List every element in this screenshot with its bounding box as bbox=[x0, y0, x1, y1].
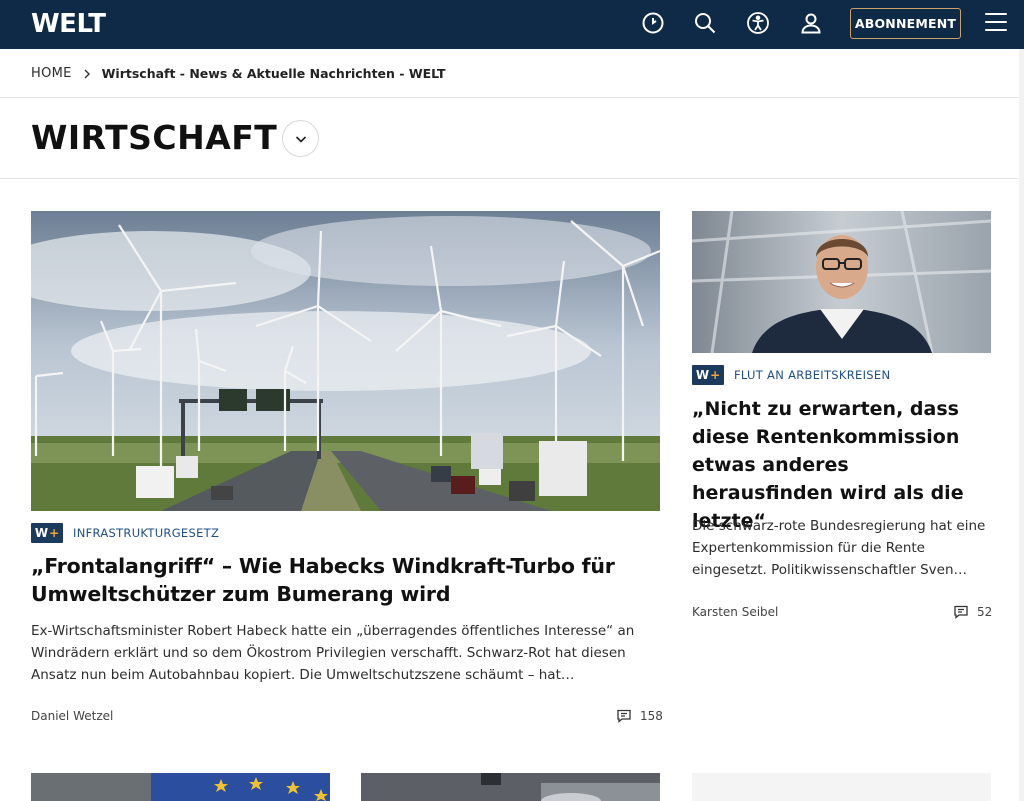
breadcrumb-home-link[interactable]: HOME bbox=[31, 66, 72, 81]
lead-article-comments[interactable]: 158 bbox=[616, 708, 663, 724]
side-article-teaser[interactable]: Die schwarz-rote Bundesregierung hat ein… bbox=[692, 515, 992, 581]
breadcrumb: HOME Wirtschaft - News & Aktuelle Nachri… bbox=[31, 64, 446, 82]
menu-icon[interactable] bbox=[985, 13, 1007, 33]
side-article-headline[interactable]: „Nicht zu erwarten, dass diese Rentenkom… bbox=[692, 395, 992, 535]
scrollbar[interactable] bbox=[1019, 49, 1024, 801]
welt-logo[interactable]: WELT bbox=[31, 9, 106, 39]
divider bbox=[0, 178, 1024, 179]
article-image-building[interactable] bbox=[361, 773, 660, 801]
page-title: WIRTSCHAFT bbox=[31, 118, 278, 157]
side-article-comment-count: 52 bbox=[977, 605, 993, 619]
subscribe-button[interactable]: ABONNEMENT bbox=[850, 8, 961, 39]
lead-article-comment-count: 158 bbox=[640, 709, 663, 723]
lead-article-headline[interactable]: „Frontalangriff“ – Wie Habecks Windkraft… bbox=[31, 552, 660, 608]
lead-article-teaser[interactable]: Ex-Wirtschaftsminister Robert Habeck hat… bbox=[31, 620, 660, 686]
lead-article-image[interactable] bbox=[31, 211, 660, 511]
chevron-right-icon bbox=[82, 68, 92, 79]
top-navigation-bar: WELT ABONNEMENT bbox=[0, 0, 1024, 49]
divider bbox=[0, 97, 1024, 98]
breadcrumb-current: Wirtschaft - News & Aktuelle Nachrichten… bbox=[101, 65, 446, 81]
welt-plus-badge: W + bbox=[692, 365, 724, 385]
article-image-eu-flag[interactable] bbox=[31, 773, 330, 801]
side-article-comments[interactable]: 52 bbox=[953, 604, 992, 620]
lead-article-author: Daniel Wetzel bbox=[31, 709, 114, 723]
lead-article-kicker-row: W + INFRASTRUKTURGESETZ bbox=[31, 523, 219, 543]
article-image-placeholder[interactable] bbox=[692, 773, 991, 801]
welt-plus-badge: W + bbox=[31, 523, 63, 543]
side-article-kicker-row: W + FLUT AN ARBEITSKREISEN bbox=[692, 365, 890, 385]
comment-icon bbox=[617, 709, 631, 723]
lead-article-kicker[interactable]: INFRASTRUKTURGESETZ bbox=[73, 526, 219, 540]
search-icon[interactable] bbox=[692, 10, 718, 36]
side-article-author: Karsten Seibel bbox=[692, 605, 779, 619]
accessibility-icon[interactable] bbox=[745, 10, 771, 36]
user-icon[interactable] bbox=[798, 10, 824, 36]
side-article-image[interactable] bbox=[692, 211, 991, 353]
chevron-down-icon bbox=[295, 135, 306, 143]
side-article-kicker[interactable]: FLUT AN ARBEITSKREISEN bbox=[734, 368, 890, 382]
comment-icon bbox=[954, 605, 968, 619]
section-dropdown-button[interactable] bbox=[282, 120, 319, 157]
clock-icon[interactable] bbox=[640, 10, 666, 36]
